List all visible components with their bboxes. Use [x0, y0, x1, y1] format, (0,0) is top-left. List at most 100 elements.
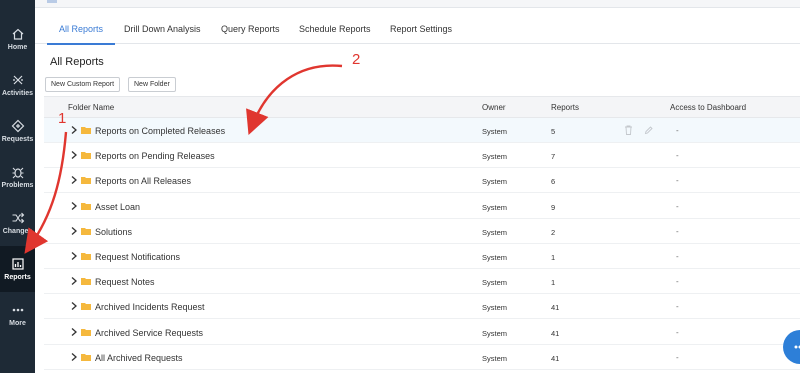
chevron-right-icon[interactable] [70, 352, 78, 362]
chevron-right-icon[interactable] [70, 150, 78, 160]
folder-icon [81, 353, 91, 361]
folder-owner: System [482, 328, 508, 338]
sidebar-item-reports[interactable]: Reports [0, 246, 35, 292]
column-owner[interactable]: Owner [482, 103, 506, 112]
table-header: Folder Name Owner Reports Access to Dash… [44, 96, 800, 118]
folder-icon [81, 227, 91, 235]
folder-dashboard-access: - [676, 252, 679, 261]
tab-drill-down-analysis[interactable]: Drill Down Analysis [124, 8, 201, 44]
folder-dashboard-access: - [676, 226, 679, 236]
home-icon [12, 28, 23, 40]
folder-owner: System [482, 303, 508, 313]
folder-report-count: 41 [551, 303, 560, 313]
folder-name[interactable]: Reports on Pending Releases [95, 151, 215, 161]
folder-name[interactable]: Request Notifications [95, 252, 180, 262]
top-strip [35, 0, 800, 8]
sidebar-item-home[interactable]: Home [0, 16, 35, 62]
more-icon [12, 308, 23, 312]
chevron-right-icon[interactable] [70, 175, 78, 185]
requests-icon [11, 119, 24, 133]
folder-icon [81, 202, 91, 210]
folder-report-count: 1 [551, 278, 556, 288]
folder-report-count: 5 [551, 127, 556, 136]
tab-query-reports[interactable]: Query Reports [221, 8, 280, 44]
sidebar: Home Activities Requests Problems Change… [0, 0, 35, 373]
table-row[interactable]: Reports on All Releases System 6 - [44, 168, 800, 194]
folder-name[interactable]: Archived Service Requests [95, 328, 203, 338]
sidebar-item-activities[interactable]: Activities [0, 62, 35, 108]
sidebar-item-label: Activities [1, 90, 34, 97]
chevron-right-icon[interactable] [70, 226, 78, 236]
folder-owner: System [482, 227, 508, 237]
table-row[interactable]: All Archived Requests System 41 - [44, 345, 800, 370]
tab-report-settings[interactable]: Report Settings [390, 8, 452, 44]
chevron-right-icon[interactable] [70, 301, 78, 311]
sidebar-item-changes[interactable]: Changes [0, 200, 35, 246]
sidebar-item-label: Reports [4, 274, 31, 281]
column-reports[interactable]: Reports [551, 103, 579, 112]
chevron-right-icon[interactable] [70, 327, 78, 337]
sidebar-item-label: Home [7, 44, 28, 51]
column-access-to-dashboard[interactable]: Access to Dashboard [670, 103, 746, 112]
column-folder-name[interactable]: Folder Name [68, 103, 114, 112]
table-row[interactable]: Solutions System 2 - [44, 219, 800, 244]
folder-dashboard-access: - [676, 302, 679, 312]
folder-owner: System [482, 152, 508, 162]
folder-report-count: 1 [551, 253, 556, 262]
folder-name[interactable]: All Archived Requests [95, 353, 183, 363]
sidebar-item-problems[interactable]: Problems [0, 154, 35, 200]
folder-owner: System [482, 353, 508, 363]
sidebar-item-label: More [9, 320, 26, 327]
folder-name[interactable]: Request Notes [95, 277, 155, 287]
sidebar-item-label: Problems [1, 182, 34, 189]
sidebar-item-label: Requests [1, 136, 34, 143]
chevron-right-icon[interactable] [70, 276, 78, 286]
folder-dashboard-access: - [676, 126, 679, 135]
chat-icon [794, 345, 800, 349]
folder-dashboard-access: - [676, 201, 679, 211]
folder-icon [81, 127, 91, 134]
table-row[interactable]: Asset Loan System 9 - [44, 194, 800, 219]
annotation-number-2: 2 [352, 51, 361, 68]
trash-icon[interactable] [624, 125, 633, 135]
tab-bar: All Reports Drill Down Analysis Query Re… [35, 8, 800, 45]
folder-report-count: 41 [551, 328, 560, 338]
chevron-right-icon[interactable] [70, 125, 78, 135]
table-row[interactable]: Reports on Pending Releases System 7 - [44, 143, 800, 169]
folder-report-count: 7 [551, 152, 556, 162]
chevron-right-icon[interactable] [70, 201, 78, 211]
tab-all-reports[interactable]: All Reports [46, 8, 116, 45]
folder-dashboard-access: - [676, 352, 679, 362]
folder-owner: System [482, 177, 508, 187]
folder-icon [81, 303, 91, 311]
table-row[interactable]: Archived Incidents Request System 41 - [44, 294, 800, 320]
folder-name[interactable]: Solutions [95, 227, 132, 237]
table-row[interactable]: Archived Service Requests System 41 - [44, 320, 800, 345]
folder-icon [81, 152, 91, 160]
folder-name[interactable]: Archived Incidents Request [95, 302, 205, 312]
activities-icon [12, 75, 23, 85]
pencil-icon[interactable] [644, 125, 653, 135]
table-row[interactable]: Request Notes System 1 - [44, 269, 800, 295]
folder-icon [81, 253, 91, 260]
folder-icon [81, 328, 91, 336]
folder-owner: System [482, 253, 508, 262]
reports-icon [11, 258, 24, 270]
new-folder-button[interactable]: New Folder [128, 77, 176, 92]
changes-icon [12, 212, 24, 224]
folder-name[interactable]: Reports on All Releases [95, 176, 191, 186]
new-custom-report-button[interactable]: New Custom Report [45, 77, 121, 92]
chevron-right-icon[interactable] [70, 251, 78, 261]
folder-icon [81, 177, 91, 185]
table-row[interactable]: Request Notifications System 1 - [44, 244, 800, 269]
folder-name[interactable]: Reports on Completed Releases [95, 126, 225, 136]
table-row[interactable]: Reports on Completed Releases System 5 - [44, 118, 800, 143]
folder-report-count: 2 [551, 227, 556, 237]
folder-name[interactable]: Asset Loan [95, 202, 140, 212]
sidebar-item-requests[interactable]: Requests [0, 108, 35, 154]
sidebar-item-label: Changes [2, 228, 33, 235]
folder-owner: System [482, 278, 508, 288]
folder-dashboard-access: - [676, 327, 679, 337]
tab-schedule-reports[interactable]: Schedule Reports [299, 8, 371, 44]
sidebar-item-more[interactable]: More [0, 292, 35, 338]
